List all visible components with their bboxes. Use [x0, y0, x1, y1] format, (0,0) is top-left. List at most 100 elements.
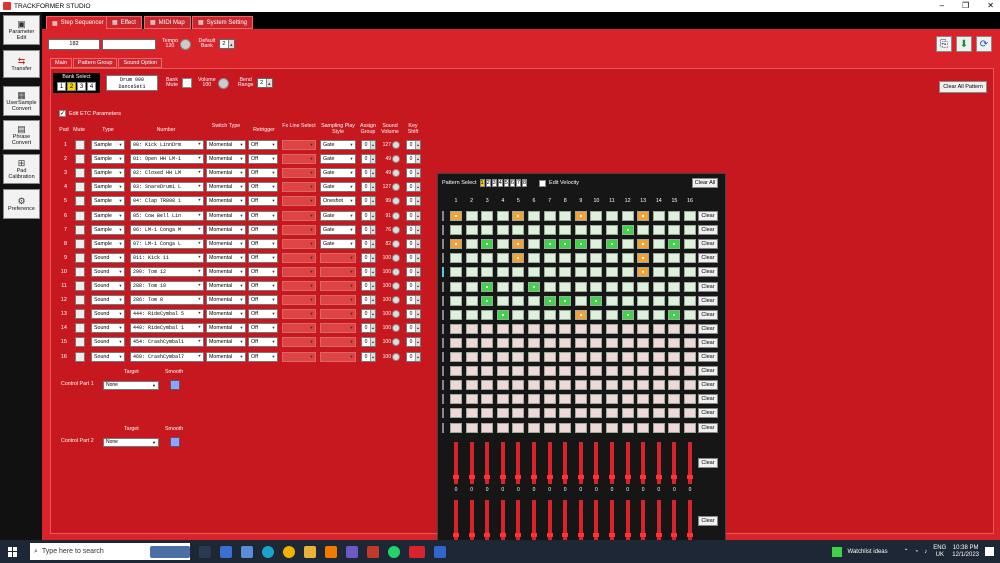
number-dropdown[interactable]: 05: Cow Bell Lin ▼ [130, 210, 204, 221]
step-cell[interactable] [512, 253, 525, 264]
sound-volume[interactable]: 127 [379, 140, 400, 150]
sidebar-parameter-edit[interactable]: ▣ Parameter Edit [3, 15, 40, 45]
step-cell[interactable] [637, 225, 650, 236]
step-cell[interactable] [574, 352, 587, 362]
step-cell[interactable] [590, 352, 603, 362]
pattern-5-button[interactable]: 5 [503, 178, 509, 187]
key-shift-stepper[interactable]: 0 ▲ [406, 182, 421, 193]
fx-line-dropdown[interactable]: ▼ [282, 168, 316, 179]
step-cell[interactable] [465, 267, 478, 278]
fx-line-dropdown[interactable]: ▼ [282, 238, 316, 249]
retrigger-dropdown[interactable]: Off ▼ [248, 323, 278, 334]
sound-volume[interactable]: 100 [379, 253, 400, 263]
sampling-play-dropdown[interactable]: Gate ▼ [320, 168, 356, 179]
step-cell[interactable] [559, 239, 572, 250]
switch-type-dropdown[interactable]: Momental ▼ [206, 295, 246, 306]
slider-thumb[interactable] [671, 475, 678, 479]
step-cell[interactable] [574, 225, 587, 236]
step-cell[interactable] [450, 211, 462, 221]
sound-volume[interactable]: 49 [379, 168, 400, 178]
step-cell[interactable] [652, 337, 665, 348]
number-dropdown[interactable]: 00: Kick LinnDrm ▼ [130, 140, 204, 150]
sound-volume[interactable]: 82 [379, 239, 400, 249]
pattern-6-button[interactable]: 6 [509, 178, 515, 187]
step-cell[interactable] [590, 309, 603, 320]
app-icon[interactable] [346, 545, 358, 558]
step-cell[interactable] [481, 309, 494, 320]
type-dropdown[interactable]: Sound ▼ [91, 281, 125, 291]
row-clear-button[interactable]: Clear [698, 295, 718, 306]
fx-line-dropdown[interactable]: ▼ [282, 309, 316, 320]
retrigger-dropdown[interactable]: Off ▼ [248, 309, 278, 320]
step-cell[interactable] [606, 323, 618, 334]
number-dropdown[interactable]: 04: Clap TR808 1 ▼ [130, 196, 204, 207]
mute-checkbox[interactable] [75, 351, 85, 362]
step-cell[interactable] [590, 225, 603, 236]
pattern-8-button[interactable]: 8 [521, 178, 528, 187]
slider-thumb[interactable] [515, 533, 522, 537]
switch-type-dropdown[interactable]: Momental ▼ [206, 323, 246, 334]
mute-checkbox[interactable] [75, 210, 85, 221]
step-cell[interactable] [543, 267, 556, 278]
step-cell[interactable] [559, 422, 572, 433]
sampling-play-dropdown[interactable]: Gate ▼ [320, 238, 356, 249]
step-cell[interactable] [621, 281, 634, 292]
sampling-play-dropdown[interactable]: Gate ▼ [320, 210, 356, 221]
whatsapp-icon[interactable] [388, 545, 400, 558]
retrigger-dropdown[interactable]: Off ▼ [248, 238, 278, 249]
step-cell[interactable] [621, 352, 634, 362]
step-cell[interactable] [543, 253, 556, 264]
step-cell[interactable] [465, 323, 478, 334]
row-clear-button[interactable]: Clear [698, 253, 718, 264]
step-cell[interactable] [559, 352, 572, 362]
key-shift-stepper[interactable]: 0 ▲ [406, 295, 421, 306]
slider-thumb[interactable] [624, 533, 631, 537]
retrigger-dropdown[interactable]: Off ▼ [248, 154, 278, 165]
step-cell[interactable] [528, 225, 540, 236]
fx-line-dropdown[interactable]: ▼ [282, 295, 316, 306]
close-icon[interactable]: ✕ [987, 0, 994, 12]
step-cell[interactable] [637, 337, 650, 348]
step-cell[interactable] [559, 267, 572, 278]
step-cell[interactable] [481, 295, 494, 306]
step-cell[interactable] [590, 394, 603, 405]
pattern-2-button[interactable]: 2 [485, 178, 491, 187]
step-cell[interactable] [606, 211, 618, 221]
slider-thumb[interactable] [468, 475, 475, 479]
fx-line-dropdown[interactable]: ▼ [282, 281, 316, 291]
step-cell[interactable] [450, 239, 462, 250]
step-cell[interactable] [637, 281, 650, 292]
step-cell[interactable] [668, 239, 681, 250]
assign-group-stepper[interactable]: 0 ▲ [361, 252, 376, 263]
number-dropdown[interactable]: 440: RideCymbal 1 ▼ [130, 323, 204, 334]
step-cell[interactable] [496, 394, 509, 405]
step-cell[interactable] [512, 380, 525, 391]
number-dropdown[interactable]: 03: SnareDrum1 L ▼ [130, 182, 204, 193]
step-cell[interactable] [512, 366, 525, 377]
step-cell[interactable] [590, 239, 603, 250]
download-icon[interactable]: ⬇ [956, 36, 972, 52]
assign-group-stepper[interactable]: 0 ▲ [361, 140, 376, 150]
tab-effect[interactable]: ▦ Effect [106, 16, 142, 29]
step-cell[interactable] [668, 225, 681, 236]
row-clear-button[interactable]: Clear [698, 281, 718, 292]
slider-thumb[interactable] [531, 533, 537, 537]
step-cell[interactable] [590, 408, 603, 419]
sampling-play-dropdown[interactable]: Oneshot ▼ [320, 196, 356, 207]
number-dropdown[interactable]: 07: LM-1 Conga L ▼ [130, 238, 204, 249]
slider-thumb[interactable] [546, 533, 553, 537]
refresh-icon[interactable]: ⟳ [976, 36, 992, 52]
slider-thumb[interactable] [577, 475, 584, 479]
step-cell[interactable] [512, 239, 525, 250]
mute-checkbox[interactable] [75, 154, 85, 165]
step-cell[interactable] [684, 380, 696, 391]
step-cell[interactable] [668, 295, 681, 306]
step-cell[interactable] [481, 394, 494, 405]
pattern-7-button[interactable]: 7 [515, 178, 521, 187]
sidebar-usersample-convert[interactable]: ▦ UserSample Convert [3, 86, 40, 116]
step-cell[interactable] [637, 366, 650, 377]
slider-thumb[interactable] [562, 533, 569, 537]
step-cell[interactable] [481, 422, 494, 433]
control-part-1-smooth-toggle[interactable] [170, 380, 180, 390]
sound-volume[interactable]: 76 [379, 225, 400, 235]
